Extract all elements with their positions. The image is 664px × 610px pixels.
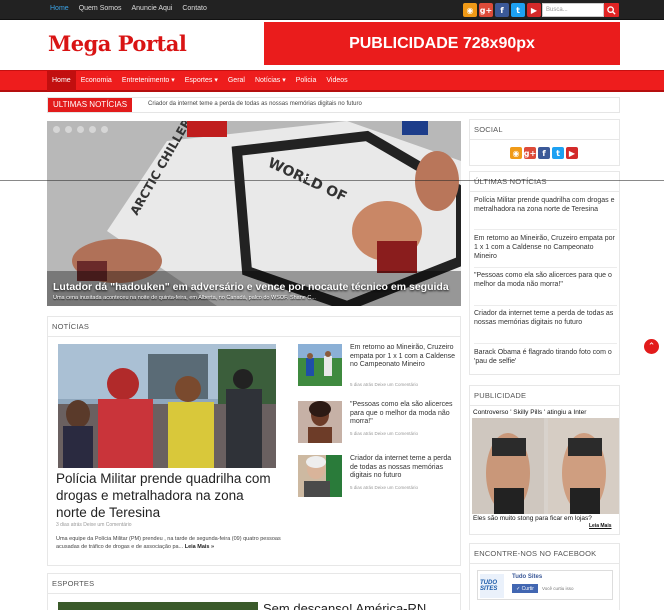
- ad-banner[interactable]: PUBLICIDADE 728x90px: [264, 22, 620, 65]
- youtube-icon[interactable]: ▶: [527, 3, 541, 17]
- search-input[interactable]: Busca...: [542, 3, 604, 17]
- ad-image[interactable]: [472, 418, 619, 514]
- featured-slider[interactable]: WORLD OF ARCTIC CHILLER Lutador dá "hado…: [47, 121, 461, 306]
- top-link-home[interactable]: Home: [50, 5, 69, 12]
- esportes-section: ESPORTES Sem descanso! América-RN: [47, 573, 461, 610]
- twitter-icon[interactable]: t: [552, 147, 564, 159]
- side-news-meta: 5 dias atrás Deixe um Comentário: [350, 431, 419, 436]
- facebook-page-box: TUDO SITES Tudo Sites ✓ Curtir Você curt…: [477, 570, 613, 600]
- crosshair-cursor-icon: +: [301, 170, 311, 183]
- slider-dot[interactable]: [77, 126, 84, 133]
- top-social-icons: ◉ g+ f t ▶: [463, 3, 541, 17]
- site-logo[interactable]: Mega Portal: [48, 31, 187, 56]
- nav-item-noticias[interactable]: Notícias ▾: [250, 71, 291, 91]
- slider-image: WORLD OF ARCTIC CHILLER: [47, 121, 461, 306]
- search-icon: [607, 5, 616, 15]
- youtube-icon[interactable]: ▶: [566, 147, 578, 159]
- widget-heading: ENCONTRE-NOS NO FACEBOOK: [470, 544, 619, 564]
- widget-heading: PUBLICIDADE: [470, 386, 619, 406]
- nav-item-home[interactable]: Home: [47, 71, 76, 91]
- slider-title[interactable]: Lutador dá "hadouken" em adversário e ve…: [53, 281, 449, 293]
- side-news-thumb[interactable]: [298, 344, 342, 386]
- main-nav: Home Economia Entretenimento ▾ Esportes …: [0, 70, 664, 92]
- latest-news-link[interactable]: Em retorno ao Mineirão, Cruzeiro empata …: [474, 234, 617, 261]
- rss-icon[interactable]: ◉: [463, 3, 477, 17]
- crosshair-line: [0, 180, 664, 181]
- scroll-to-top-button[interactable]: ⌃: [644, 339, 659, 354]
- side-news-thumb[interactable]: [298, 401, 342, 443]
- facebook-icon[interactable]: f: [538, 147, 550, 159]
- main-news-meta: 3 dias atrás Deixe um Comentário: [56, 522, 132, 528]
- nav-item-entretenimento[interactable]: Entretenimento ▾: [117, 71, 180, 91]
- widget-heading: ÚLTIMAS NOTÍCIAS: [470, 172, 619, 192]
- section-heading: NOTÍCIAS: [48, 317, 460, 337]
- side-news-title[interactable]: Em retorno ao Mineirão, Cruzeiro empata …: [350, 344, 460, 370]
- slider-dot[interactable]: [89, 126, 96, 133]
- main-news-image[interactable]: [58, 344, 276, 468]
- nav-item-policia[interactable]: Policia: [291, 71, 322, 91]
- main-news-title[interactable]: Polícia Militar prende quadrilha com dro…: [56, 470, 276, 521]
- facebook-page-logo[interactable]: TUDO SITES: [480, 574, 504, 598]
- main-news-excerpt: Uma equipe da Polícia Militar (PM) prend…: [56, 535, 281, 551]
- side-news-meta: 5 dias atrás Deixe um Comentário: [350, 485, 419, 490]
- publicidade-widget: PUBLICIDADE Controverso ' Skilly Pills '…: [469, 385, 620, 535]
- esportes-title[interactable]: Sem descanso! América-RN: [263, 601, 426, 610]
- side-news-meta: 5 dias atrás Deixe um Comentário: [350, 382, 419, 387]
- top-links: Home Quem Somos Anuncie Aqui Contato: [50, 5, 207, 12]
- nav-item-videos[interactable]: Videos: [321, 71, 352, 91]
- ticker-label: ULTIMAS NOTÍCIAS: [48, 98, 133, 112]
- divider: [474, 343, 617, 344]
- social-widget: SOCIAL ◉ g+ f t ▶: [469, 119, 620, 166]
- rss-icon[interactable]: ◉: [510, 147, 522, 159]
- side-news-item[interactable]: Em retorno ao Mineirão, Cruzeiro empata …: [298, 344, 458, 394]
- slider-subtitle: Uma cena inusitada aconteceu na noite de…: [53, 295, 316, 301]
- google-plus-icon[interactable]: g+: [524, 147, 536, 159]
- facebook-widget: ENCONTRE-NOS NO FACEBOOK TUDO SITES Tudo…: [469, 543, 620, 610]
- excerpt-text: Uma equipe da Polícia Militar (PM) prend…: [56, 536, 281, 550]
- chevron-up-icon: ⌃: [647, 341, 656, 352]
- divider: [474, 229, 617, 230]
- divider: [474, 267, 617, 268]
- divider: [474, 305, 617, 306]
- widget-heading: SOCIAL: [470, 120, 619, 140]
- nav-item-geral[interactable]: Geral: [223, 71, 250, 91]
- side-news-item[interactable]: "Pessoas como ela são alicerces para que…: [298, 401, 458, 451]
- slider-dot[interactable]: [101, 126, 108, 133]
- nav-item-economia[interactable]: Economia: [76, 71, 117, 91]
- ultimas-widget: ÚLTIMAS NOTÍCIAS Polícia Militar prende …: [469, 171, 620, 375]
- side-news-title[interactable]: "Pessoas como ela são alicerces para que…: [350, 401, 460, 427]
- twitter-icon[interactable]: t: [511, 3, 525, 17]
- nav-item-esportes[interactable]: Esportes ▾: [180, 71, 223, 91]
- latest-news-link[interactable]: Barack Obama é flagrado tirando foto com…: [474, 348, 617, 366]
- top-link-quem-somos[interactable]: Quem Somos: [79, 5, 122, 12]
- side-news-title[interactable]: Criador da internet teme a perda de toda…: [350, 455, 460, 481]
- latest-news-link[interactable]: Criador da internet teme a perda de toda…: [474, 309, 617, 327]
- slider-dot[interactable]: [53, 126, 60, 133]
- google-plus-icon[interactable]: g+: [479, 3, 493, 17]
- facebook-like-button[interactable]: ✓ Curtir: [512, 584, 538, 593]
- news-ticker: ULTIMAS NOTÍCIAS Criador da internet tem…: [47, 97, 620, 113]
- noticias-section: NOTÍCIAS Polícia Militar prende quadrilh…: [47, 316, 461, 566]
- esportes-image[interactable]: [58, 602, 258, 610]
- facebook-icon[interactable]: f: [495, 3, 509, 17]
- section-heading: ESPORTES: [48, 574, 460, 594]
- top-link-anuncie[interactable]: Anuncie Aqui: [131, 5, 172, 12]
- top-link-contato[interactable]: Contato: [182, 5, 207, 12]
- slider-dot[interactable]: [65, 126, 72, 133]
- latest-news-link[interactable]: Polícia Militar prende quadrilha com dro…: [474, 196, 617, 214]
- side-news-item[interactable]: Criador da internet teme a perda de toda…: [298, 455, 458, 505]
- ticker-text[interactable]: Criador da internet teme a perda de toda…: [148, 101, 362, 107]
- ad-top-text[interactable]: Controverso ' Skilly Pills ' atingiu a I…: [473, 409, 586, 416]
- facebook-page-name[interactable]: Tudo Sites: [512, 574, 542, 580]
- slider-dots: [53, 126, 108, 133]
- latest-news-link[interactable]: "Pessoas como ela são alicerces para que…: [474, 271, 617, 289]
- top-bar: Home Quem Somos Anuncie Aqui Contato ◉ g…: [0, 0, 664, 20]
- ad-bottom-text[interactable]: Eles são muito stong para ficar em lojas…: [473, 515, 592, 522]
- ad-read-more[interactable]: Leia Mais: [589, 523, 612, 529]
- facebook-like-status: Você curtiu isso: [542, 586, 574, 591]
- search-button[interactable]: [604, 3, 619, 17]
- read-more-link[interactable]: Leia Mais »: [185, 544, 214, 550]
- side-news-thumb[interactable]: [298, 455, 342, 497]
